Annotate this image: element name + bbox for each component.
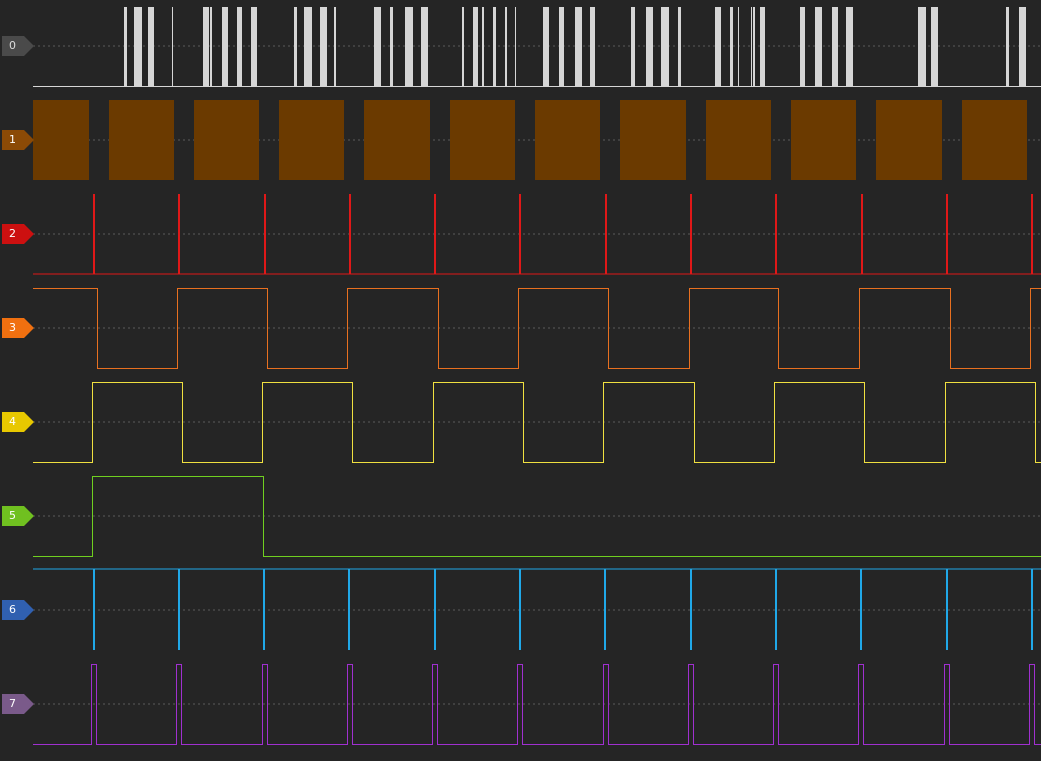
channel-0-data-bar: [730, 7, 733, 86]
channel-1-clock-block: [279, 100, 344, 180]
channel-1-clock-block: [194, 100, 259, 180]
channel-0-data-bar: [148, 7, 154, 86]
channel-1-clock-block: [535, 100, 600, 180]
channel-3-tag: [2, 318, 34, 338]
channel-0-data-bar: [751, 7, 752, 86]
channel-0-data-bar: [172, 7, 173, 86]
channel-5-label[interactable]: 5: [2, 506, 34, 526]
channel-0-data-bar: [334, 7, 336, 86]
channel-1-number: 1: [9, 133, 16, 146]
channel-0-data-bar: [124, 7, 127, 86]
channel-4-number: 4: [9, 415, 16, 428]
channel-3-number: 3: [9, 321, 16, 334]
channel-0-data-bar: [304, 7, 312, 86]
channel-0-data-bar: [374, 7, 381, 86]
channel-1-clock-block: [109, 100, 174, 180]
channel-0-data-bar: [559, 7, 564, 86]
logic-analyzer-waveform-view[interactable]: 0 1 2 3 4 5 6 7: [0, 0, 1041, 761]
channel-0-number: 0: [9, 39, 16, 52]
channel-1-clock-block: [791, 100, 856, 180]
channel-5-number: 5: [9, 509, 16, 522]
channel-1-tag: [2, 130, 34, 150]
channel-6-label[interactable]: 6: [2, 600, 34, 620]
channel-0-data-bar: [738, 7, 739, 86]
channel-0-data-bar: [405, 7, 413, 86]
channel-4-tag: [2, 412, 34, 432]
channel-0-data-bar: [251, 7, 257, 86]
channel-0-data-bar: [678, 7, 681, 86]
channel-1-label[interactable]: 1: [2, 130, 34, 150]
channel-6-number: 6: [9, 603, 16, 616]
channel-1-clock-block: [962, 100, 1027, 180]
channel-0-data-bar: [918, 7, 926, 86]
channel-0-data-bar: [473, 7, 477, 86]
channel-0-data-bar: [390, 7, 393, 86]
channel-3-label[interactable]: 3: [2, 318, 34, 338]
channel-0-data-bar: [631, 7, 635, 86]
channel-7-tag: [2, 694, 34, 714]
channel-0-data-bar: [493, 7, 496, 86]
channel-0-data-bar: [543, 7, 549, 86]
channel-1-clock-block: [706, 100, 771, 180]
channel-1-clock-block: [620, 100, 686, 180]
channel-0-data-bar: [1019, 7, 1026, 86]
channel-0-data-bar: [134, 7, 142, 86]
channel-0-data-bar: [815, 7, 822, 86]
channel-1-clock-block: [364, 100, 430, 180]
channel-1-clock-block: [33, 100, 89, 180]
channel-0-tag: [2, 36, 34, 56]
channel-1-clock-block: [450, 100, 515, 180]
channel-2-number: 2: [9, 227, 16, 240]
channel-7-number: 7: [9, 697, 16, 710]
channel-0-data-bar: [575, 7, 582, 86]
channel-0-data-bar: [237, 7, 242, 86]
channel-0-data-bar: [222, 7, 228, 86]
channel-0-data-bar: [505, 7, 507, 86]
channel-5-tag: [2, 506, 34, 526]
channel-0-data-bar: [661, 7, 669, 86]
channel-0-data-bar: [753, 7, 755, 86]
channel-0-data-bar: [482, 7, 484, 86]
channel-0-data-bar: [931, 7, 938, 86]
channel-0-data-bar: [515, 7, 516, 86]
channel-0-label[interactable]: 0: [2, 36, 34, 56]
channel-0-data-bar: [646, 7, 653, 86]
channel-2-tag: [2, 224, 34, 244]
channel-1-clock-block: [876, 100, 942, 180]
channel-0-data-bar: [846, 7, 853, 86]
channel-6-tag: [2, 600, 34, 620]
channel-0-data-bar: [210, 7, 212, 86]
channel-0-data-bar: [320, 7, 327, 86]
channel-0-data-bar: [203, 7, 209, 86]
channel-2-label[interactable]: 2: [2, 224, 34, 244]
waveform-canvas[interactable]: [0, 0, 1041, 761]
channel-0-data-bar: [477, 7, 478, 86]
channel-4-label[interactable]: 4: [2, 412, 34, 432]
channel-0-data-bar: [462, 7, 464, 86]
channel-0-data-bar: [715, 7, 721, 86]
channel-0-data-bar: [1006, 7, 1009, 86]
channel-0-data-bar: [590, 7, 595, 86]
channel-0-data-bar: [832, 7, 838, 86]
channel-0-data-bar: [760, 7, 765, 86]
channel-0-data-bar: [800, 7, 805, 86]
channel-7-label[interactable]: 7: [2, 694, 34, 714]
channel-0-data-bar: [421, 7, 428, 86]
channel-0-data-bar: [294, 7, 297, 86]
